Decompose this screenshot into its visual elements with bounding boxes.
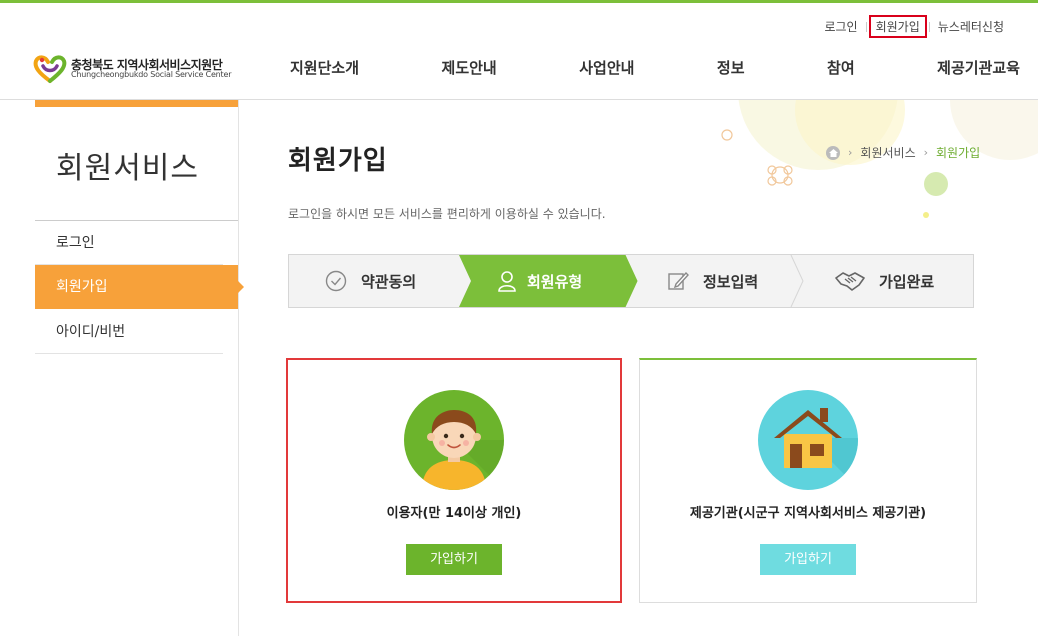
provider-card-label: 제공기관(시군구 지역사회서비스 제공기관) <box>689 506 927 521</box>
provider-signup-card: 제공기관(시군구 지역사회서비스 제공기관) 가입하기 <box>639 358 977 603</box>
utility-menu: 로그인 회원가입 뉴스레터신청 <box>818 15 1010 38</box>
sidebar-item-signup[interactable]: 회원가입 <box>35 265 244 309</box>
utility-separator <box>928 21 930 32</box>
logo-english-text: Chungcheongbukdo Social Service Center <box>71 70 232 80</box>
house-icon <box>758 390 858 490</box>
decorative-pattern <box>721 100 1038 218</box>
person-icon <box>497 270 517 292</box>
logo-heart-icon <box>33 55 67 83</box>
breadcrumb-arrow-icon: › <box>848 146 853 159</box>
sidebar-accent-bar <box>35 100 238 107</box>
child-face-icon <box>404 390 504 490</box>
sidebar-item-login[interactable]: 로그인 <box>35 221 223 265</box>
main-navigation: 지원단소개 제도안내 사업안내 정보 참여 제공기관교육 <box>290 53 1020 82</box>
page-title: 회원가입 <box>288 146 388 176</box>
step-terms: 약관동의 <box>325 255 416 307</box>
nav-item-system[interactable]: 제도안내 <box>442 53 497 82</box>
nav-item-about[interactable]: 지원단소개 <box>290 53 359 82</box>
nav-item-info[interactable]: 정보 <box>717 53 745 82</box>
breadcrumb-section[interactable]: 회원서비스 <box>860 144 915 161</box>
step-label: 정보입력 <box>703 272 759 291</box>
user-card-label: 이용자(만 14이상 개인) <box>386 506 522 521</box>
pencil-icon <box>667 270 689 292</box>
nav-item-participate[interactable]: 참여 <box>827 53 855 82</box>
step-label: 약관동의 <box>361 272 417 291</box>
breadcrumb: › 회원서비스 › 회원가입 <box>826 144 980 161</box>
step-member-type: 회원유형 <box>497 255 582 307</box>
newsletter-link[interactable]: 뉴스레터신청 <box>932 15 1010 38</box>
intro-text: 로그인을 하시면 모든 서비스를 편리하게 이용하실 수 있습니다. <box>288 207 606 221</box>
breadcrumb-arrow-icon: › <box>923 146 929 159</box>
check-circle-icon <box>325 270 347 292</box>
sidebar-title: 회원서비스 <box>56 151 199 186</box>
provider-signup-button[interactable]: 가입하기 <box>760 544 856 575</box>
signup-steps: 약관동의 회원유형 정보입력 가입완료 <box>288 254 974 308</box>
sidebar-border <box>238 100 239 636</box>
signup-link[interactable]: 회원가입 <box>868 15 927 38</box>
step-info-input: 정보입력 <box>667 255 758 307</box>
utility-separator <box>865 21 867 32</box>
header: 로그인 회원가입 뉴스레터신청 충청북도 지역사회서비스지원단 Chungche… <box>0 3 1038 100</box>
step-complete: 가입완료 <box>835 255 934 307</box>
breadcrumb-current: 회원가입 <box>936 146 981 160</box>
user-signup-button[interactable]: 가입하기 <box>406 544 502 575</box>
step-label: 가입완료 <box>879 272 935 291</box>
nav-item-education[interactable]: 제공기관교육 <box>937 53 1020 82</box>
user-signup-card: 이용자(만 14이상 개인) 가입하기 <box>286 358 622 603</box>
site-logo[interactable]: 충청북도 지역사회서비스지원단 Chungcheongbukdo Social … <box>33 51 243 87</box>
handshake-icon <box>835 270 865 292</box>
login-link[interactable]: 로그인 <box>818 15 863 38</box>
nav-item-business[interactable]: 사업안내 <box>579 53 634 82</box>
home-icon[interactable] <box>826 145 840 160</box>
sidebar-item-find-account[interactable]: 아이디/비번 <box>35 310 223 354</box>
step-label: 회원유형 <box>527 272 583 291</box>
